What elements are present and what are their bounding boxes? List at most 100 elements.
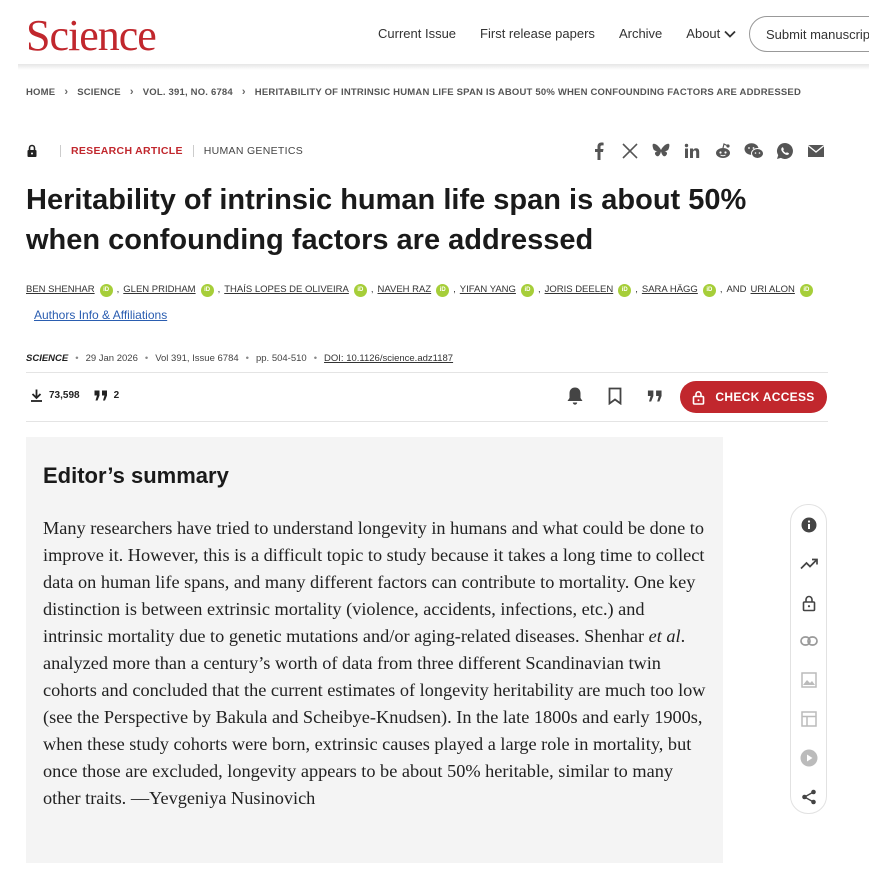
author-item: Sara Hägg iD, — [642, 282, 727, 298]
author-name[interactable]: Uri Alon — [751, 282, 795, 298]
chevron-right-icon: › — [64, 86, 69, 98]
article-metrics: 73,598 2 — [30, 389, 133, 402]
orcid-icon[interactable]: iD — [200, 283, 214, 297]
orcid-icon[interactable]: iD — [99, 283, 113, 297]
summary-heading: Editor’s summary — [43, 463, 229, 488]
lock-open-icon[interactable] — [799, 593, 819, 613]
doi-link[interactable]: DOI: 10.1126/science.adz1187 — [324, 353, 453, 364]
breadcrumb-home[interactable]: HOME — [26, 87, 55, 98]
author-item: Naveh Raz iD, — [377, 282, 459, 298]
orcid-icon[interactable]: iD — [436, 283, 450, 297]
chevron-right-icon: › — [241, 86, 246, 98]
citations-count: 2 — [113, 390, 120, 401]
article-title: Heritability of intrinsic human life spa… — [26, 184, 747, 256]
author-item: Glen Pridham iD, — [123, 282, 224, 298]
site-header: Science Current Issue First release pape… — [0, 0, 869, 66]
author-name[interactable]: Ben Shenhar — [26, 282, 95, 298]
author-item: Yifan Yang iD, — [460, 282, 545, 298]
breadcrumb-volume[interactable]: VOL. 391, NO. 6784 — [143, 87, 233, 98]
editors-summary: Editor’s summary Many researchers have t… — [26, 437, 723, 863]
author-name[interactable]: Naveh Raz — [377, 282, 431, 298]
author-name[interactable]: Yifan Yang — [460, 282, 516, 298]
nav-current-issue[interactable]: Current Issue — [378, 26, 456, 41]
x-twitter-icon[interactable] — [620, 141, 640, 161]
breadcrumb-science[interactable]: SCIENCE — [77, 87, 121, 98]
author-separator: , — [719, 284, 723, 295]
publication-info: SCIENCE • 29 Jan 2026 • Vol 391, Issue 6… — [26, 353, 453, 364]
summary-etal: et al — [648, 626, 681, 646]
article-actions — [565, 384, 665, 408]
author-and: AND — [726, 284, 747, 295]
check-access-label: CHECK ACCESS — [715, 390, 815, 404]
breadcrumb-current: HERITABILITY OF INTRINSIC HUMAN LIFE SPA… — [254, 86, 802, 98]
link-icon[interactable] — [799, 631, 819, 651]
side-toolbar — [790, 504, 827, 814]
chevron-down-icon — [724, 30, 736, 38]
volume-issue: Vol 391, Issue 6784 — [155, 353, 239, 364]
facebook-icon[interactable] — [589, 141, 609, 161]
meta-divider — [60, 145, 61, 157]
author-item: Ben Shenhar iD, — [26, 282, 123, 298]
breadcrumb: HOME › SCIENCE › VOL. 391, NO. 6784 › HE… — [26, 86, 801, 98]
bell-icon[interactable] — [565, 384, 585, 408]
reddit-icon[interactable] — [713, 141, 733, 161]
nav-about[interactable]: About — [686, 26, 736, 41]
image-icon[interactable] — [799, 670, 819, 690]
author-name[interactable]: Joris Deelen — [545, 282, 614, 298]
orcid-icon[interactable]: iD — [702, 283, 716, 297]
author-name[interactable]: Sara Hägg — [642, 282, 698, 298]
play-icon[interactable] — [799, 748, 819, 768]
divider — [26, 421, 828, 422]
share-bar — [589, 141, 826, 161]
nav-archive[interactable]: Archive — [619, 26, 662, 41]
article-meta: RESEARCH ARTICLE HUMAN GENETICS — [26, 144, 303, 158]
divider — [26, 372, 828, 373]
bookmark-icon[interactable] — [605, 384, 625, 408]
whatsapp-icon[interactable] — [775, 141, 795, 161]
bullet-separator: • — [75, 353, 79, 364]
trending-icon[interactable] — [799, 554, 819, 574]
lock-icon — [693, 390, 705, 405]
submit-manuscript-button[interactable]: Submit manuscript — [749, 16, 869, 52]
email-icon[interactable] — [806, 141, 826, 161]
author-separator: , — [537, 284, 541, 295]
summary-text-part2: . analyzed more than a century’s worth o… — [43, 626, 706, 808]
share-icon[interactable] — [799, 787, 819, 807]
downloads-count: 73,598 — [49, 390, 80, 401]
header-divider — [18, 64, 869, 70]
author-item: Thaís Lopes De Oliveira iD, — [224, 282, 377, 298]
citations-metric[interactable]: 2 — [94, 390, 120, 401]
orcid-icon[interactable]: iD — [520, 283, 534, 297]
author-separator: , — [453, 284, 456, 295]
table-icon[interactable] — [799, 709, 819, 729]
meta-divider — [192, 145, 194, 157]
article-type: RESEARCH ARTICLE — [71, 145, 183, 157]
author-list: Ben Shenhar iD, Glen Pridham iD, Thaís Lop… — [26, 282, 826, 298]
article-subject[interactable]: HUMAN GENETICS — [204, 145, 303, 157]
authors-info-link[interactable]: Authors Info & Affiliations — [34, 308, 167, 322]
orcid-icon[interactable]: iD — [618, 283, 632, 297]
summary-text-part1: Many researchers have tried to understan… — [43, 518, 705, 646]
author-name[interactable]: Thaís Lopes De Oliveira — [224, 282, 349, 298]
summary-text: Many researchers have tried to understan… — [43, 515, 709, 812]
downloads-metric[interactable]: 73,598 — [30, 389, 80, 402]
main-nav: Current Issue First release papers Archi… — [378, 26, 736, 41]
author-separator: , — [116, 284, 120, 295]
orcid-icon[interactable]: iD — [353, 283, 367, 297]
science-logo[interactable]: Science — [26, 12, 157, 60]
author-separator: , — [635, 284, 638, 295]
check-access-button[interactable]: CHECK ACCESS — [680, 381, 827, 413]
author-separator: , — [370, 284, 374, 295]
bullet-separator: • — [144, 353, 149, 364]
bluesky-icon[interactable] — [651, 141, 671, 161]
linkedin-icon[interactable] — [682, 141, 702, 161]
bullet-separator: • — [245, 353, 249, 364]
info-icon[interactable] — [799, 515, 819, 535]
orcid-icon[interactable]: iD — [799, 283, 813, 297]
author-name[interactable]: Glen Pridham — [123, 282, 195, 298]
cite-icon[interactable] — [645, 384, 665, 408]
wechat-icon[interactable] — [744, 141, 764, 161]
download-icon — [31, 389, 42, 402]
nav-about-label: About — [686, 26, 721, 41]
nav-first-release[interactable]: First release papers — [480, 26, 595, 41]
